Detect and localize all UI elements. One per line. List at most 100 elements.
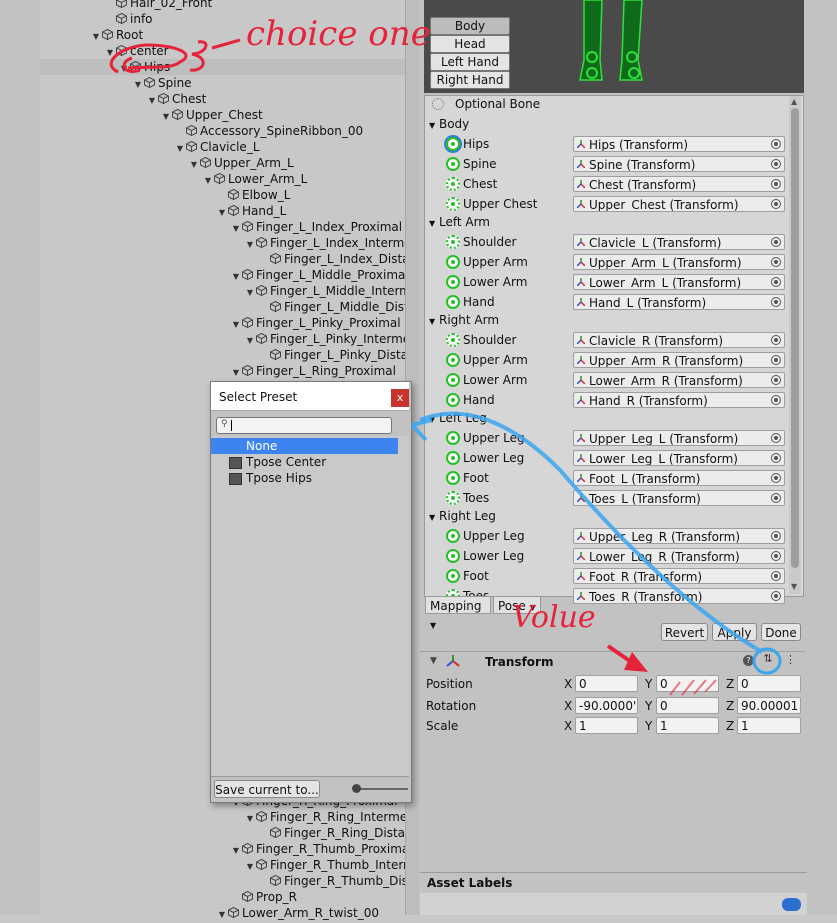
- bone-object-field[interactable]: Foot_L (Transform): [573, 470, 785, 486]
- bone-status-icon[interactable]: [446, 177, 460, 191]
- object-picker-icon[interactable]: [771, 571, 781, 581]
- hierarchy-item[interactable]: ▼ Finger_R_Thumb_Proximal: [230, 841, 413, 857]
- bone-status-icon[interactable]: [446, 197, 460, 211]
- bone-list-scroll-thumb[interactable]: [791, 108, 799, 568]
- hierarchy-item[interactable]: Finger_L_Pinky_Distal: [258, 347, 411, 363]
- scroll-down-icon[interactable]: ▼: [791, 582, 797, 591]
- hierarchy-item[interactable]: ▼ Root: [90, 27, 143, 43]
- expand-arrow-icon[interactable]: ▼: [244, 237, 256, 253]
- hierarchy-item[interactable]: ▼ Upper_Chest: [160, 107, 263, 123]
- object-picker-icon[interactable]: [771, 493, 781, 503]
- bone-object-field[interactable]: Lower_Leg_R (Transform): [573, 548, 785, 564]
- bone-object-field[interactable]: Lower_Arm_L (Transform): [573, 274, 785, 290]
- hierarchy-item[interactable]: info: [104, 11, 153, 27]
- bone-status-icon[interactable]: [446, 235, 460, 249]
- position-y-field[interactable]: 0: [656, 675, 719, 692]
- rotation-x-field[interactable]: -90.0000': [575, 697, 638, 714]
- mapping-dropdown[interactable]: Mapping ▼: [425, 596, 491, 630]
- more-options-icon[interactable]: ⋮: [785, 653, 796, 666]
- expand-arrow-icon[interactable]: ▼: [174, 141, 186, 157]
- bone-group-header[interactable]: ▼ Body: [429, 115, 469, 133]
- object-picker-icon[interactable]: [771, 375, 781, 385]
- object-picker-icon[interactable]: [771, 277, 781, 287]
- hierarchy-item[interactable]: ▼ Finger_L_Pinky_Proximal: [230, 315, 401, 331]
- bone-status-icon[interactable]: [446, 373, 460, 387]
- bone-status-icon[interactable]: [446, 491, 460, 505]
- expand-arrow-icon[interactable]: ▼: [230, 843, 242, 859]
- object-picker-icon[interactable]: [771, 591, 781, 601]
- bone-status-icon[interactable]: [446, 549, 460, 563]
- bone-object-field[interactable]: Upper_Leg_L (Transform): [573, 430, 785, 446]
- hierarchy-item[interactable]: ▼ Lower_Arm_L: [202, 171, 307, 187]
- bone-status-icon[interactable]: [446, 137, 460, 151]
- bone-status-icon[interactable]: [446, 431, 460, 445]
- hierarchy-item[interactable]: ▼ Finger_L_Middle_Proximal: [230, 267, 409, 283]
- expand-arrow-icon[interactable]: ▼: [118, 61, 130, 77]
- preset-search-input[interactable]: ⚲: [216, 417, 392, 434]
- bone-status-icon[interactable]: [446, 255, 460, 269]
- object-picker-icon[interactable]: [771, 453, 781, 463]
- bone-status-icon[interactable]: [446, 393, 460, 407]
- zoom-slider[interactable]: [353, 788, 408, 790]
- bone-object-field[interactable]: Spine (Transform): [573, 156, 785, 172]
- expand-arrow-icon[interactable]: ▼: [160, 109, 172, 125]
- bone-status-icon[interactable]: [446, 529, 460, 543]
- bone-object-field[interactable]: Clavicle_L (Transform): [573, 234, 785, 250]
- bone-object-field[interactable]: Upper_Leg_R (Transform): [573, 528, 785, 544]
- scale-z-field[interactable]: 1: [737, 717, 801, 734]
- object-picker-icon[interactable]: [771, 395, 781, 405]
- bone-status-icon[interactable]: [446, 295, 460, 309]
- close-button[interactable]: x: [391, 389, 409, 407]
- bone-status-icon[interactable]: [446, 333, 460, 347]
- rotation-y-field[interactable]: 0: [656, 697, 719, 714]
- bone-status-icon[interactable]: [446, 353, 460, 367]
- hierarchy-item[interactable]: Finger_L_Index_Distal: [258, 251, 413, 267]
- hierarchy-item[interactable]: ▼ Upper_Arm_L: [188, 155, 294, 171]
- hierarchy-item[interactable]: ▼ Clavicle_L: [174, 139, 260, 155]
- bone-group-header[interactable]: ▼ Right Arm: [429, 311, 499, 329]
- hierarchy-item[interactable]: ▼ center: [104, 43, 169, 59]
- object-picker-icon[interactable]: [771, 159, 781, 169]
- object-picker-icon[interactable]: [771, 199, 781, 209]
- label-tag-icon[interactable]: [782, 898, 801, 911]
- expand-arrow-icon[interactable]: ▼: [216, 205, 228, 221]
- hierarchy-item[interactable]: Elbow_L: [216, 187, 290, 203]
- zoom-slider-handle[interactable]: [352, 784, 361, 793]
- expand-arrow-icon[interactable]: ▼: [244, 859, 256, 875]
- bone-object-field[interactable]: Lower_Arm_R (Transform): [573, 372, 785, 388]
- preset-settings-icon[interactable]: ⇅: [762, 653, 774, 665]
- bone-group-header[interactable]: ▼ Left Leg: [429, 409, 487, 427]
- expand-arrow-icon[interactable]: ▼: [132, 77, 144, 93]
- bone-object-field[interactable]: Chest (Transform): [573, 176, 785, 192]
- expand-arrow-icon[interactable]: ▼: [146, 93, 158, 109]
- position-z-field[interactable]: 0: [737, 675, 801, 692]
- object-picker-icon[interactable]: [771, 355, 781, 365]
- hierarchy-item[interactable]: ▼ Finger_L_Ring_Proximal: [230, 363, 396, 379]
- foldout-arrow-icon[interactable]: ▼: [430, 656, 437, 666]
- object-picker-icon[interactable]: [771, 257, 781, 267]
- scale-y-field[interactable]: 1: [656, 717, 719, 734]
- bone-status-icon[interactable]: [446, 275, 460, 289]
- position-x-field[interactable]: 0: [575, 675, 638, 692]
- hierarchy-item[interactable]: ▼ Spine: [132, 75, 192, 91]
- tab-right-hand[interactable]: Right Hand: [430, 71, 510, 89]
- hierarchy-item[interactable]: Accessory_SpineRibbon_00: [174, 123, 363, 139]
- bone-group-header[interactable]: ▼ Right Leg: [429, 507, 496, 525]
- expand-arrow-icon[interactable]: ▼: [230, 269, 242, 285]
- expand-arrow-icon[interactable]: ▼: [244, 285, 256, 301]
- bone-status-icon[interactable]: [446, 569, 460, 583]
- done-button[interactable]: Done: [761, 623, 801, 641]
- hierarchy-item[interactable]: ▼ Chest: [146, 91, 206, 107]
- object-picker-icon[interactable]: [771, 473, 781, 483]
- scroll-up-icon[interactable]: ▲: [791, 97, 797, 106]
- hierarchy-item[interactable]: ▼ Hand_L: [216, 203, 286, 219]
- rotation-z-field[interactable]: 90.00001: [737, 697, 801, 714]
- object-picker-icon[interactable]: [771, 179, 781, 189]
- tab-head[interactable]: Head: [430, 35, 510, 53]
- expand-arrow-icon[interactable]: ▼: [244, 811, 256, 827]
- hierarchy-item[interactable]: Finger_L_Middle_Distal: [258, 299, 419, 315]
- bone-object-field[interactable]: Upper_Arm_R (Transform): [573, 352, 785, 368]
- object-picker-icon[interactable]: [771, 551, 781, 561]
- bone-object-field[interactable]: Upper_Chest (Transform): [573, 196, 785, 212]
- expand-arrow-icon[interactable]: ▼: [230, 317, 242, 333]
